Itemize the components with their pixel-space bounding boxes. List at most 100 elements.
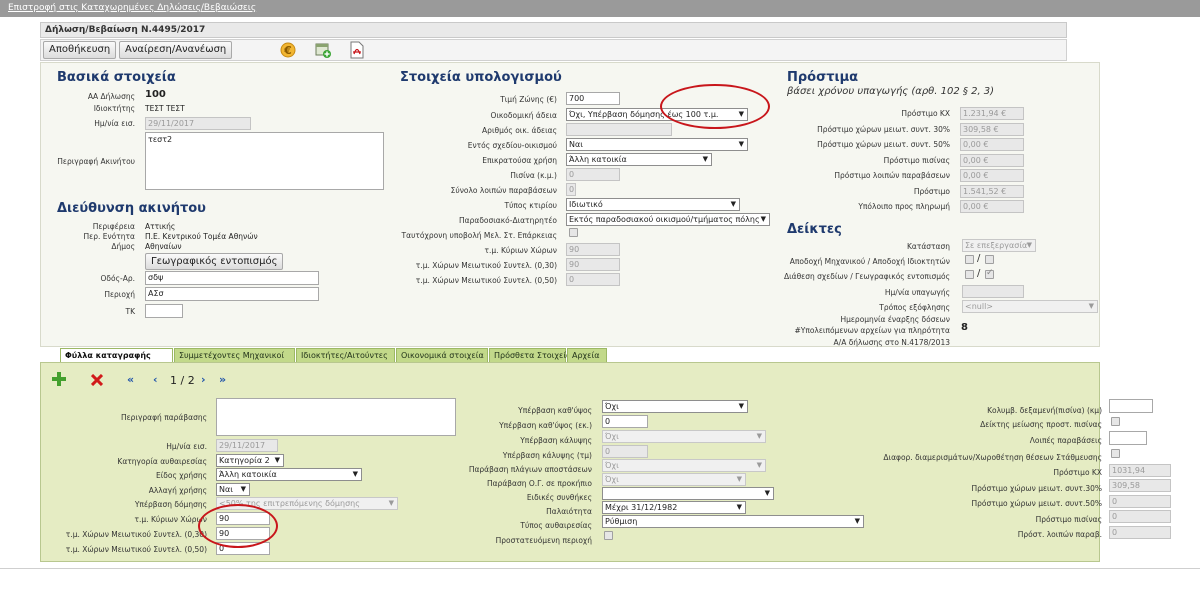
special-conditions-select[interactable]: ▼ [602, 487, 774, 500]
add-icon[interactable] [52, 372, 66, 386]
tab-1[interactable]: Συμμετέχοντες Μηχανικοί [174, 348, 295, 363]
fine-row-label: Πρόστιμο λοιπών παραβάσεων [834, 171, 950, 180]
chevron-down-icon: ▼ [854, 517, 860, 525]
regional-unit-value: Π.Ε. Κεντρικού Τομέα Αθηνών [145, 232, 258, 241]
use-change-label: Αλλαγή χρήσης [148, 486, 207, 495]
status-select: Σε επεξεργασία ▼ [962, 239, 1036, 252]
chevron-down-icon: ▼ [1088, 302, 1094, 310]
violation-description-textarea[interactable] [216, 398, 456, 436]
traditional-listed-select[interactable]: Εκτός παραδοσιακού οικισμού/τμήματος πόλ… [566, 213, 770, 226]
zone-price-input[interactable]: 700 [566, 92, 620, 105]
fine-row-value: 0,00 € [960, 169, 1024, 182]
sheet-fine-other-field: 0 [1109, 526, 1171, 539]
building-line-select: Όχι ▼ [602, 473, 746, 486]
sheet-fine50-label-text: Πρόστιμο χώρων μειωτ. συντ.50% [971, 499, 1102, 508]
fine-row-label: Υπόλοιπο προς πληρωμή [858, 202, 950, 211]
chevron-down-icon: ▼ [702, 155, 708, 163]
coverage-over-label: Υπέρβαση κάλυψης [520, 436, 592, 445]
fine-row-label: Πρόστιμο χώρων μειωτ. συντ. 50% [817, 140, 950, 149]
payment-method-label: Τρόπος εξόφλησης [879, 303, 950, 312]
address-heading: Διεύθυνση ακινήτου [57, 201, 206, 216]
submit-date-label: Ημ/νία υπαγωγής [884, 288, 950, 297]
area-input[interactable]: ΑΣσ [145, 287, 319, 301]
property-description-textarea[interactable]: τεστ2 [145, 132, 384, 190]
building-type-select[interactable]: Ιδιωτικό ▼ [566, 198, 740, 211]
next-page-icon[interactable]: › [201, 373, 206, 386]
predominant-use-value: Άλλη κατοικία [569, 155, 627, 164]
special-conditions-label: Ειδικές συνθήκες [526, 493, 592, 502]
owner-value: ΤΕΣΤ ΤΕΣΤ [145, 104, 185, 113]
sheet-pool-input[interactable] [1109, 399, 1153, 413]
height-over-value: Όχι [605, 402, 619, 411]
undo-refresh-button[interactable]: Αναίρεση/Ανανέωση [119, 41, 233, 59]
tab-4[interactable]: Πρόσθετα Στοιχεία [489, 348, 571, 363]
height-over-cm-input[interactable]: 0 [602, 415, 648, 428]
fine-row-value: 0,00 € [960, 138, 1024, 151]
permit-number-input [566, 123, 672, 136]
use-change-select[interactable]: Ναι ▼ [216, 483, 250, 496]
coverage-sqm-label: Υπέρβαση κάλυψης (τμ) [502, 451, 592, 460]
previous-page-icon[interactable]: ‹ [153, 373, 158, 386]
traditional-listed-value: Εκτός παραδοσιακού οικισμού/τμήματος πόλ… [569, 215, 760, 224]
sheet-fine-pool-label-text: Πρόστιμο πισίνας [1035, 515, 1102, 524]
in-plan-value: Ναι [569, 140, 583, 149]
pool-reduce-checkbox[interactable] [1111, 417, 1120, 426]
last-page-icon[interactable]: » [219, 373, 226, 386]
sheet-date-field: 29/11/2017 [216, 439, 278, 452]
save-button[interactable]: Αποθήκευση [43, 41, 117, 59]
protected-area-checkbox[interactable] [604, 531, 613, 540]
tab-2[interactable]: Ιδιοκτήτες/Αιτούντες [296, 348, 395, 363]
aa-value: 100 [145, 89, 166, 100]
status-value: Σε επεξεργασία [965, 241, 1028, 250]
coverage-sqm-input: 0 [602, 445, 648, 458]
age-select[interactable]: Μέχρι 31/12/1982 ▼ [602, 501, 746, 514]
sheet-other-input[interactable] [1109, 431, 1147, 445]
fine-row-value: 1.541,52 € [960, 184, 1024, 198]
simultaneous-submission-checkbox[interactable] [569, 228, 578, 237]
tab-0[interactable]: Φύλλα καταγραφής [60, 348, 173, 363]
euro-icon[interactable]: € [279, 41, 297, 59]
parking-checkbox[interactable] [1111, 449, 1120, 458]
add-document-icon[interactable] [314, 41, 332, 59]
remaining-files-label: #Υπολειπόμενων αρχείων για πληρότητα [794, 326, 950, 335]
plans-geolocation-label: Διάθεση σχεδίων / Γεωγραφικός εντοπισμός [783, 272, 950, 281]
age-value: Μέχρι 31/12/1982 [605, 503, 678, 512]
first-page-icon[interactable]: « [127, 373, 134, 386]
main-area-label: τ.μ. Κύριων Χώρων [484, 246, 558, 255]
main-area-input: 90 [566, 243, 620, 256]
chevron-down-icon: ▼ [1026, 241, 1032, 249]
chevron-down-icon: ▼ [760, 215, 766, 223]
tab-bar: Φύλλα καταγραφής Συμμετέχοντες Μηχανικοί Ι… [40, 346, 1100, 363]
calculation-heading: Στοιχεία υπολογισμού [400, 70, 562, 85]
simultaneous-submission-label: Ταυτόχρονη υποβολή Μελ. Στ. Επάρκειας [401, 231, 557, 240]
separator-slash: / [977, 253, 981, 264]
sheet-main-area-label: τ.μ. Κύριων Χώρων [134, 515, 208, 524]
geolocation-button[interactable]: Γεωγραφικός εντοπισμός [145, 253, 284, 270]
fine-row-label: Πρόστιμο πισίνας [883, 155, 950, 165]
building-line-value: Όχι [605, 475, 619, 484]
street-input[interactable]: σδψ [145, 271, 319, 285]
plans-checkbox [965, 270, 974, 279]
predominant-use-select[interactable]: Άλλη κατοικία ▼ [566, 153, 712, 166]
postal-code-input[interactable] [145, 304, 183, 318]
tab-5[interactable]: Αρχεία [567, 348, 607, 363]
fine-row-value: 0,00 € [960, 153, 1024, 167]
acceptance-label: Αποδοχή Μηχανικού / Αποδοχή Ιδιοκτητών [789, 257, 950, 266]
sheet-fine50-field: 0 [1109, 495, 1171, 508]
delete-icon[interactable] [91, 374, 103, 386]
building-type-label: Τύπος κτιρίου [504, 201, 557, 210]
pdf-icon[interactable] [348, 41, 366, 59]
side-distance-value: Όχι [605, 461, 619, 470]
height-over-select[interactable]: Όχι ▼ [602, 400, 748, 413]
in-plan-select[interactable]: Ναι ▼ [566, 138, 748, 151]
chevron-down-icon: ▼ [764, 489, 770, 497]
violation-type-select[interactable]: Ρύθμιση ▼ [602, 515, 864, 528]
sheet-other-label-text: Λοιπές παραβάσεις [1029, 436, 1102, 445]
area-label: Περιοχή [104, 290, 135, 299]
back-link[interactable]: Επιστροφή στις Καταχωρημένες Δηλώσεις/Βε… [8, 3, 256, 13]
aux50-area-input: 0 [566, 273, 620, 286]
use-kind-select[interactable]: Άλλη κατοικία ▼ [216, 468, 362, 481]
fines-heading: Πρόστιμα [787, 70, 859, 85]
category-select[interactable]: Κατηγορία 2 ▼ [216, 454, 284, 467]
tab-3[interactable]: Οικονομικά στοιχεία [396, 348, 488, 363]
